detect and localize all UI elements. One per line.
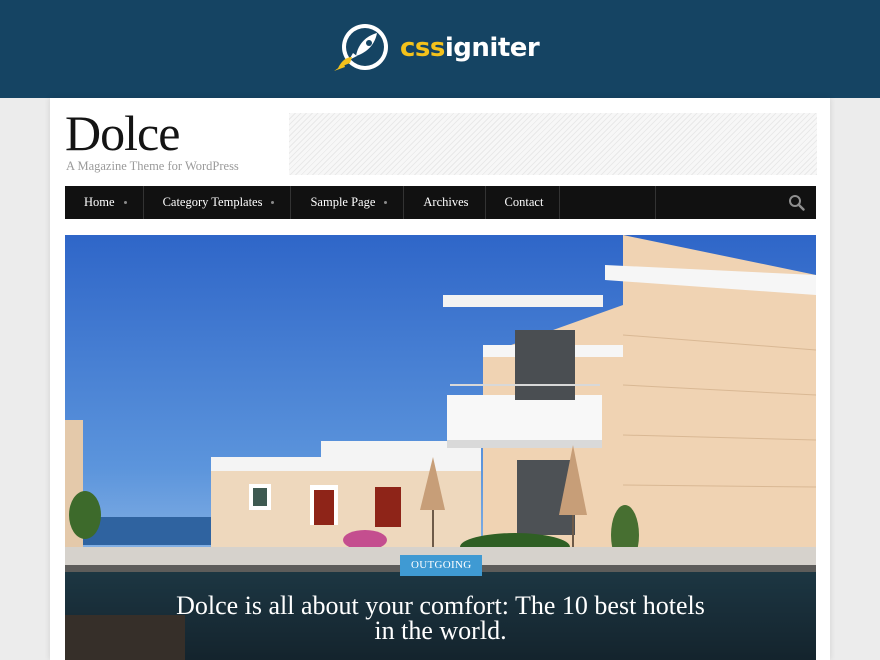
nav-item-label: Contact xyxy=(504,195,544,209)
dropdown-dot-icon xyxy=(271,201,275,204)
nav-item-category-templates[interactable]: Category Templates xyxy=(144,186,292,219)
theme-preview-page: Dolce A Magazine Theme for WordPress Hom… xyxy=(50,98,830,660)
dropdown-dot-icon xyxy=(123,201,127,204)
nav-item-label: Home xyxy=(84,195,115,209)
main-navigation: Home Category Templates Sample Page Arch… xyxy=(65,186,816,219)
nav-item-home[interactable]: Home xyxy=(65,186,144,219)
header-ad-placeholder xyxy=(289,113,817,175)
brand-text-igniter: igniter xyxy=(444,33,540,63)
featured-post-title[interactable]: Dolce is all about your comfort: The 10 … xyxy=(165,593,716,644)
nav-item-label: Sample Page xyxy=(310,195,376,209)
nav-item-archives[interactable]: Archives xyxy=(404,186,486,219)
nav-item-sample-page[interactable]: Sample Page xyxy=(291,186,405,219)
category-badge[interactable]: OUTGOING xyxy=(400,555,483,576)
rocket-icon xyxy=(334,24,388,71)
nav-item-contact[interactable]: Contact xyxy=(486,186,561,219)
featured-slide[interactable]: OUTGOING Dolce is all about your comfort… xyxy=(65,235,816,660)
dropdown-dot-icon xyxy=(384,201,388,204)
nav-item-label: Category Templates xyxy=(162,195,263,209)
cssigniter-logo[interactable]: cssigniter xyxy=(330,22,540,74)
site-title[interactable]: Dolce xyxy=(65,108,180,158)
nav-item-label: Archives xyxy=(423,195,469,209)
brand-bar: cssigniter xyxy=(0,0,880,98)
site-tagline: A Magazine Theme for WordPress xyxy=(66,159,239,173)
nav-spacer xyxy=(560,186,657,219)
search-icon xyxy=(788,195,805,211)
brand-text-css: css xyxy=(400,33,445,63)
search-button[interactable] xyxy=(776,186,816,219)
brand-wordmark: cssigniter xyxy=(400,33,540,63)
